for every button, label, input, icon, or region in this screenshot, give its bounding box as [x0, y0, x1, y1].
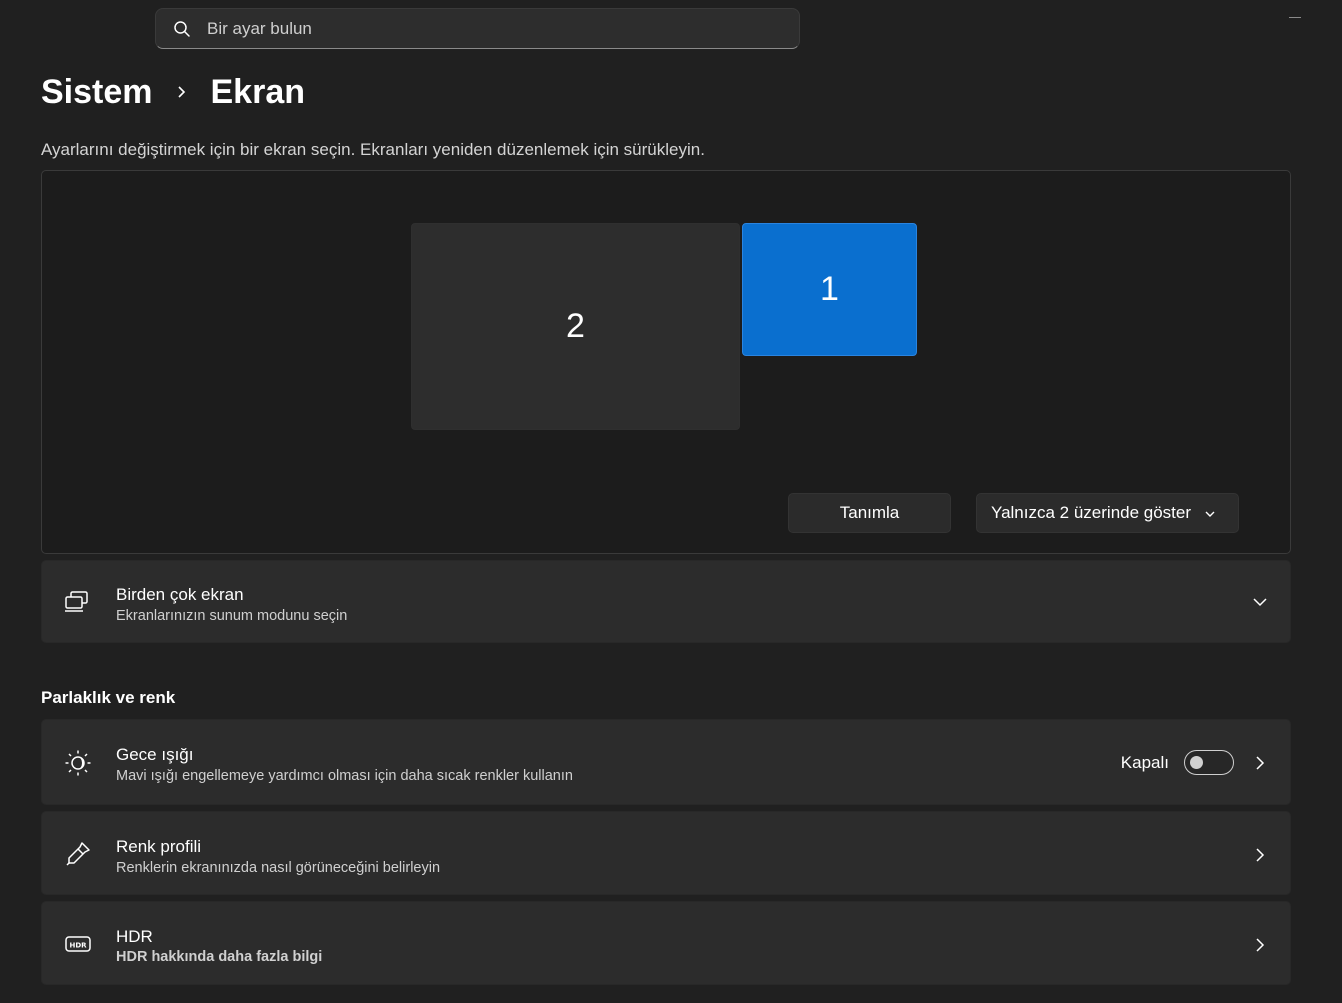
night-light-icon [65, 750, 91, 776]
chevron-down-icon [1205, 511, 1215, 517]
monitor-label: 1 [820, 270, 839, 308]
card-subtitle: Mavi ışığı engellemeye yardımcı olması i… [116, 768, 573, 784]
hdr-learn-more-link[interactable]: HDR hakkında daha fazla bilgi [116, 949, 322, 965]
display-arrangement-panel: 2 1 Tanımla Yalnızca 2 üzerinde göster [41, 170, 1291, 554]
toggle-state-label: Kapalı [1120, 752, 1169, 772]
multiple-displays-icon [65, 591, 88, 612]
chevron-down-icon [1253, 598, 1267, 607]
search-icon [174, 20, 190, 37]
minimize-button[interactable] [1289, 17, 1301, 18]
display-mode-value: Yalnızca 2 üzerinde göster [991, 503, 1192, 522]
card-title: HDR [116, 927, 153, 946]
hdr-icon: HDR [65, 936, 91, 952]
multiple-displays-card[interactable]: Birden çok ekran Ekranlarınızın sunum mo… [41, 560, 1291, 643]
hdr-card[interactable]: HDR HDR HDR hakkında daha fazla bilgi [41, 901, 1291, 985]
chevron-right-icon [1256, 938, 1265, 952]
chevron-right-icon [1256, 756, 1265, 770]
search-box[interactable] [155, 8, 800, 49]
chevron-right-icon [1256, 848, 1265, 862]
section-title: Parlaklık ve renk [41, 688, 176, 707]
monitor-1[interactable]: 1 [742, 223, 917, 356]
card-title: Birden çok ekran [116, 585, 244, 604]
card-subtitle: Renklerin ekranınızda nasıl görüneceğini… [116, 860, 441, 876]
breadcrumb-parent[interactable]: Sistem [41, 73, 153, 112]
night-light-toggle-group: Kapalı [1121, 750, 1234, 775]
eyedropper-icon [66, 842, 90, 866]
chevron-right-icon [177, 86, 185, 98]
search-input[interactable] [207, 18, 727, 39]
night-light-card[interactable]: Gece ışığı Mavi ışığı engellemeye yardım… [41, 719, 1291, 805]
identify-button[interactable]: Tanımla [788, 493, 951, 533]
page-title: Ekran [210, 72, 306, 111]
settings-window: Sistem Ekran Ayarlarını değiştirmek için… [0, 0, 1342, 1003]
display-mode-dropdown[interactable]: Yalnızca 2 üzerinde göster [976, 493, 1239, 533]
color-profile-card[interactable]: Renk profili Renklerin ekranınızda nasıl… [41, 811, 1291, 895]
card-title: Renk profili [116, 837, 202, 856]
monitor-2[interactable]: 2 [411, 223, 740, 430]
monitor-label: 2 [566, 307, 585, 345]
night-light-toggle[interactable] [1184, 750, 1234, 775]
card-title: Gece ışığı [116, 745, 194, 764]
toggle-knob [1190, 756, 1203, 769]
svg-text:HDR: HDR [69, 942, 87, 950]
breadcrumb: Sistem Ekran [41, 70, 305, 114]
card-subtitle: Ekranlarınızın sunum modunu seçin [116, 608, 348, 624]
arrangement-hint: Ayarlarını değiştirmek için bir ekran se… [41, 140, 705, 159]
